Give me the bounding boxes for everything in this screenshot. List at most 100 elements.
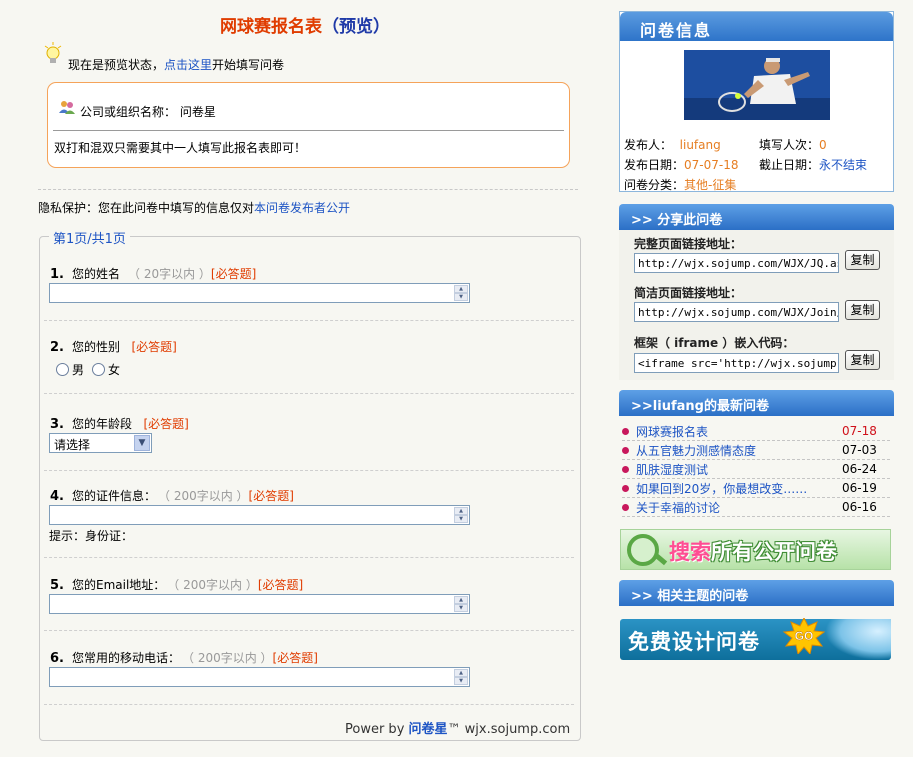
category-label: 问卷分类： [624, 178, 685, 192]
survey-link[interactable]: 从五官魅力测感情态度 [636, 442, 836, 459]
required-badge: [必答题] [257, 578, 304, 592]
scroll-down-icon[interactable]: ▼ [454, 293, 468, 301]
question-2: 2. 您的性别 [必答题] [50, 338, 177, 355]
preview-suffix-text: 开始填写问卷 [212, 58, 285, 72]
survey-link[interactable]: 网球赛报名表 [636, 423, 836, 440]
chevron-down-icon[interactable]: ▼ [134, 435, 150, 451]
required-badge: [必答题] [248, 489, 294, 503]
start-filling-link[interactable]: 点击这里 [164, 58, 212, 72]
banner-text-highlight: 搜索 [669, 540, 711, 564]
bullet-icon [622, 428, 629, 435]
question-number: 2. [50, 340, 64, 355]
page-title: 网球赛报名表（预览） [0, 12, 610, 37]
radio-button[interactable] [56, 363, 69, 376]
survey-link[interactable]: 关于幸福的讨论 [636, 499, 836, 516]
scroll-up-icon[interactable]: ▲ [454, 669, 468, 677]
scroll-down-icon[interactable]: ▼ [454, 515, 468, 523]
pub-date-value: 07-07-18 [684, 158, 739, 172]
search-public-surveys-banner[interactable]: 搜索所有公开问卷 [620, 529, 891, 570]
magnifier-handle [654, 553, 668, 566]
scroll-down-icon[interactable]: ▼ [454, 604, 468, 612]
iframe-code-input[interactable]: <iframe src='http://wjx.sojump.com/ [634, 353, 839, 373]
scrollbar[interactable]: ▲ ▼ [454, 669, 468, 685]
scrollbar[interactable]: ▲ ▼ [454, 507, 468, 523]
full-link-input[interactable]: http://wjx.sojump.com/WJX/JQ.aspx?activi… [634, 253, 839, 273]
org-info-box: 公司或组织名称： 问卷星 双打和混双只需要其中一人填写此报名表即可！ [47, 82, 570, 168]
privacy-text: 隐私保护：您在此问卷中填写的信息仅对 [38, 201, 255, 215]
preview-suffix: （预览） [322, 17, 390, 37]
scroll-down-icon[interactable]: ▼ [454, 677, 468, 685]
publisher-row: 发布人： liufang [624, 136, 721, 153]
magnifier-icon [627, 534, 659, 566]
info-heading: 问卷信息 [620, 12, 893, 41]
survey-info-panel: 问卷信息 发布人： liufang 填写人次：0 发布日期：07-07-18 截… [619, 11, 894, 192]
publisher-label: 发布人： [624, 138, 673, 152]
age-select[interactable]: 请选择 ▼ [49, 433, 152, 453]
question-5: 5. 您的Email地址： （ 200字以内 ）[必答题] [50, 576, 303, 593]
publisher-value[interactable]: liufang [680, 138, 721, 152]
question-text: 您的姓名 [71, 267, 120, 281]
required-badge: [必答题] [131, 340, 177, 354]
list-item[interactable]: 网球赛报名表 07-18 [622, 422, 890, 441]
question-1: 1. 您的姓名 （ 20字以内 ）[必答题] [50, 265, 256, 282]
survey-notice: 双打和混双只需要其中一人填写此报名表即可！ [54, 141, 307, 155]
brand-link[interactable]: 问卷星 [409, 722, 448, 737]
list-item[interactable]: 关于幸福的讨论 06-16 [622, 498, 890, 517]
short-link-input[interactable]: http://wjx.sojump.com/WJX/Join/be [634, 302, 839, 322]
preview-prefix: 现在是预览状态， [68, 58, 165, 72]
go-label: GO [795, 629, 814, 643]
scroll-up-icon[interactable]: ▲ [454, 596, 468, 604]
question-4: 4. 您的证件信息： （ 200字以内 ）[必答题] [50, 487, 294, 504]
question-number: 6. [50, 651, 64, 666]
org-name: 公司或组织名称： 问卷星 [80, 103, 216, 120]
question-number: 3. [50, 417, 64, 432]
question-text: 您的证件信息： [71, 489, 156, 503]
survey-date: 07-18 [842, 424, 877, 438]
divider [38, 189, 578, 190]
copy-short-link-button[interactable]: 复制 [845, 300, 880, 320]
id-info-textarea[interactable]: ▲ ▼ [49, 505, 470, 525]
copy-full-link-button[interactable]: 复制 [845, 250, 880, 270]
gender-option-female[interactable]: 女 [92, 361, 120, 378]
count-row: 填写人次：0 [759, 136, 827, 153]
divider [44, 704, 574, 705]
option-label: 男 [72, 363, 85, 377]
category-value[interactable]: 其他-征集 [684, 178, 736, 192]
short-link-label: 简洁页面链接地址： [634, 286, 743, 300]
free-design-banner[interactable]: 免费设计问卷 GO [620, 618, 891, 660]
list-item[interactable]: 肌肤湿度测试 06-24 [622, 460, 890, 479]
question-text: 您的性别 [71, 340, 120, 354]
bullet-icon [622, 447, 629, 454]
radio-button[interactable] [92, 363, 105, 376]
list-item[interactable]: 从五官魅力测感情态度 07-03 [622, 441, 890, 460]
copy-iframe-button[interactable]: 复制 [845, 350, 880, 370]
bullet-icon [622, 485, 629, 492]
scroll-up-icon[interactable]: ▲ [454, 507, 468, 515]
question-text: 您常用的移动电话： [71, 651, 180, 665]
survey-date: 06-19 [842, 481, 877, 495]
scrollbar[interactable]: ▲ ▼ [454, 596, 468, 612]
iframe-label: 框架（ iframe ）嵌入代码： [634, 336, 795, 350]
end-date-row: 截止日期：永不结束 [759, 156, 867, 173]
privacy-link[interactable]: 本问卷发布者公开 [254, 201, 350, 215]
survey-link[interactable]: 如果回到20岁，你最想改变…… [636, 480, 836, 497]
scrollbar[interactable]: ▲ ▼ [454, 285, 468, 301]
share-heading: >> 分享此问卷 [619, 204, 894, 230]
list-item[interactable]: 如果回到20岁，你最想改变…… 06-19 [622, 479, 890, 498]
mobile-phone-textarea[interactable]: ▲ ▼ [49, 667, 470, 687]
question-number: 4. [50, 489, 64, 504]
email-textarea[interactable]: ▲ ▼ [49, 594, 470, 614]
count-label: 填写人次： [759, 138, 820, 152]
latest-heading: >>liufang的最新问卷 [619, 390, 894, 416]
required-badge: [必答题] [272, 651, 318, 665]
power-suffix: ™ wjx.sojump.com [447, 722, 571, 737]
required-badge: [必答题] [143, 417, 189, 431]
name-textarea[interactable]: ▲ ▼ [49, 283, 470, 303]
survey-title: 网球赛报名表 [220, 17, 322, 37]
length-limit: （ 200字以内 ） [164, 489, 249, 503]
gender-option-male[interactable]: 男 [56, 361, 84, 378]
category-row: 问卷分类：其他-征集 [624, 176, 736, 193]
preview-notice: 现在是预览状态，点击这里开始填写问卷 [68, 56, 284, 73]
scroll-up-icon[interactable]: ▲ [454, 285, 468, 293]
survey-link[interactable]: 肌肤湿度测试 [636, 461, 836, 478]
